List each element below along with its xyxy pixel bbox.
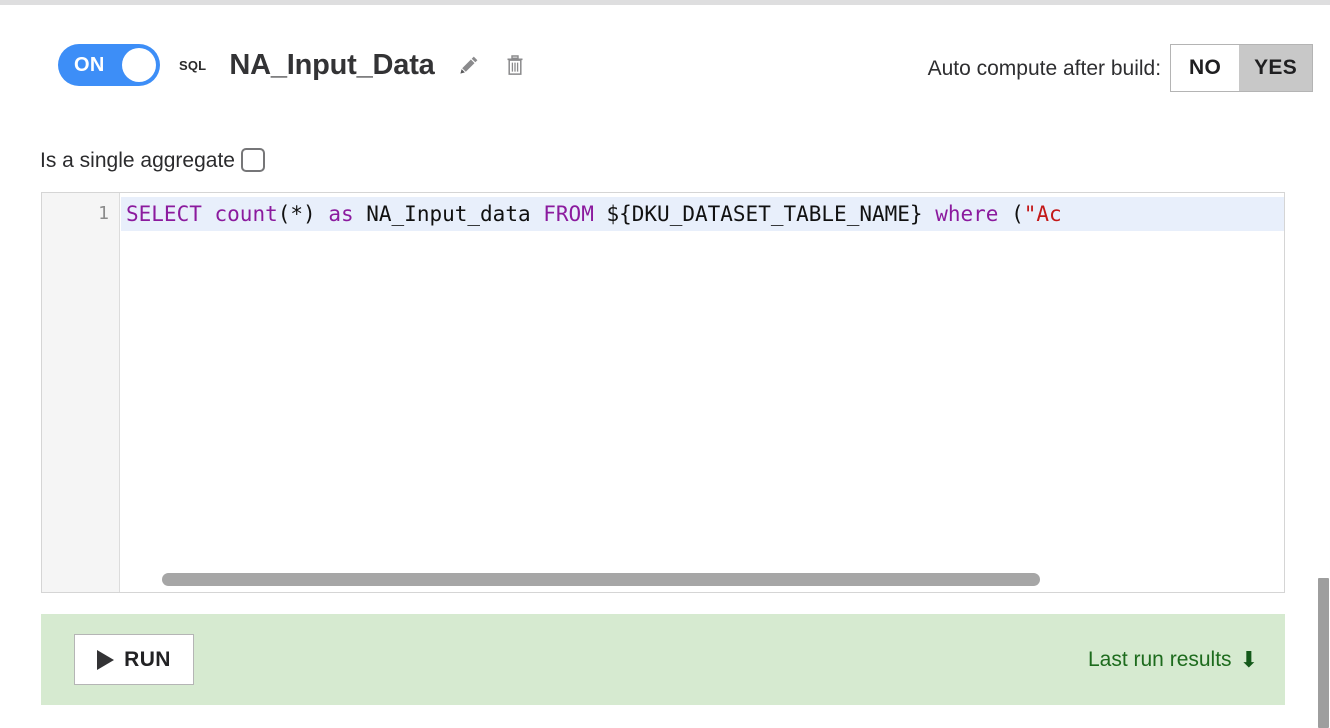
code-token: SELECT [126, 202, 202, 226]
single-aggregate-checkbox[interactable] [240, 148, 265, 172]
recipe-header-left: ON SQL NA_Input_Data [58, 44, 527, 86]
line-number-1: 1 [98, 203, 109, 224]
toggle-state-label: ON [74, 54, 105, 76]
top-divider-strip [0, 0, 1330, 5]
toggle-knob [122, 48, 156, 82]
last-run-results-link[interactable]: Last run results ⬇ [1087, 646, 1258, 672]
recipe-enable-toggle[interactable]: ON [58, 44, 160, 86]
code-token: count [214, 202, 278, 226]
single-aggregate-label: Is a single aggregate [40, 148, 235, 172]
code-token: where [935, 202, 999, 226]
sql-code-editor[interactable]: 1 SELECT count(*) as NA_Input_data FROM … [41, 192, 1285, 593]
code-token: "Ac [1023, 202, 1062, 226]
run-button-label: RUN [124, 648, 171, 671]
code-token: ( [998, 202, 1024, 226]
code-token: NA_Input_data [353, 202, 544, 226]
run-button[interactable]: RUN [74, 634, 194, 685]
recipe-header: ON SQL NA_Input_Data Auto compute after … [0, 40, 1330, 104]
arrow-down-icon: ⬇ [1239, 646, 1258, 672]
auto-compute-control: Auto compute after build: NO YES [928, 44, 1313, 92]
code-token: (*) [277, 202, 329, 226]
editor-code-area[interactable]: SELECT count(*) as NA_Input_data FROM ${… [121, 193, 1284, 592]
auto-compute-segmented-group: NO YES [1170, 44, 1313, 92]
single-aggregate-row: Is a single aggregate [40, 148, 265, 172]
trash-icon[interactable] [503, 52, 527, 78]
last-run-results-label: Last run results [1087, 648, 1232, 671]
code-token: as [328, 202, 354, 226]
engine-badge: SQL [179, 57, 207, 73]
editor-horizontal-scrollbar-thumb[interactable] [162, 573, 1040, 586]
auto-compute-label: Auto compute after build: [927, 56, 1162, 80]
auto-compute-no-option[interactable]: NO [1171, 45, 1240, 91]
page-vertical-scrollbar-track[interactable] [1317, 0, 1330, 728]
editor-horizontal-scrollbar-track[interactable] [121, 570, 1284, 592]
code-token: ${DKU_DATASET_TABLE_NAME} [593, 202, 936, 226]
pencil-icon[interactable] [457, 52, 481, 78]
auto-compute-yes-option[interactable]: YES [1239, 45, 1312, 91]
editor-gutter: 1 [42, 193, 120, 592]
page-vertical-scrollbar-thumb[interactable] [1318, 578, 1329, 728]
page-title: NA_Input_Data [229, 48, 435, 81]
code-line-1[interactable]: SELECT count(*) as NA_Input_data FROM ${… [121, 197, 1284, 231]
code-token: FROM [543, 202, 594, 226]
play-icon [97, 649, 115, 670]
run-action-bar: RUN Last run results ⬇ [41, 614, 1285, 705]
